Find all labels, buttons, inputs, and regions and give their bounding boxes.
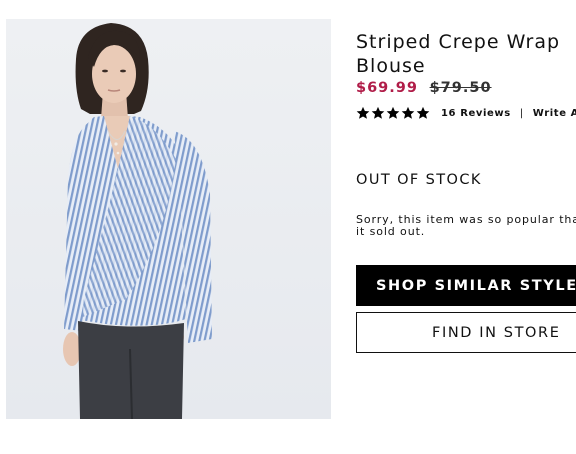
star-icon <box>401 106 415 119</box>
product-details: Striped Crepe Wrap Blouse $69.99 $79.50 … <box>356 30 576 454</box>
sale-price: $69.99 <box>356 80 418 96</box>
star-icon <box>386 106 400 119</box>
divider: | <box>519 107 524 119</box>
write-review-link[interactable]: Write A Review <box>533 108 576 119</box>
product-title: Striped Crepe Wrap Blouse <box>356 31 561 77</box>
price-row: $69.99 $79.50 <box>356 80 576 98</box>
star-icon <box>416 106 430 119</box>
star-rating[interactable] <box>356 106 430 120</box>
star-icon <box>371 106 385 119</box>
stock-status: OUT OF STOCK <box>356 172 482 188</box>
original-price: $79.50 <box>429 80 492 96</box>
shop-similar-styles-button[interactable]: SHOP SIMILAR STYLES <box>356 265 576 306</box>
rating-row: 16 Reviews | Write A Review <box>356 105 576 121</box>
product-image[interactable] <box>6 19 331 419</box>
star-icon <box>356 106 370 119</box>
model-photo <box>63 23 212 419</box>
find-in-store-button[interactable]: FIND IN STORE <box>356 312 576 353</box>
reviews-link[interactable]: 16 Reviews <box>441 108 511 119</box>
sold-out-message: Sorry, this item was so popular that it … <box>356 213 576 238</box>
